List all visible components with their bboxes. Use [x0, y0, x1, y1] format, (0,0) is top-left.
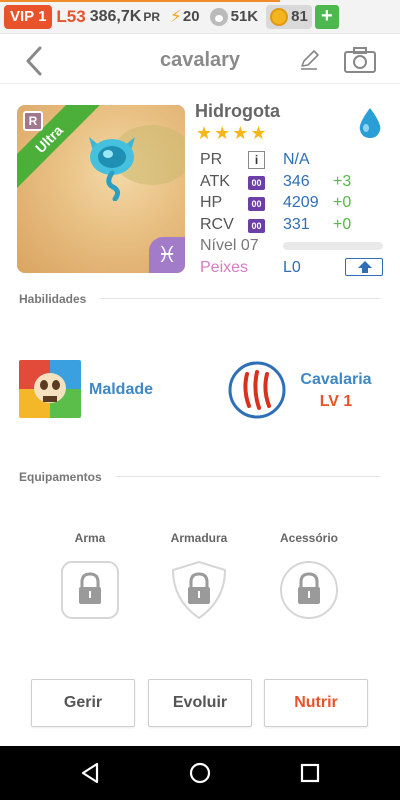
status-bar: VIP 1 L53 386,7K PR ⚡ 20 51K 81 + [0, 0, 400, 34]
vip-badge[interactable]: VIP 1 [4, 4, 53, 29]
stat-value: N/A [283, 151, 310, 168]
add-coins-button[interactable]: + [314, 4, 339, 29]
pencil-icon[interactable] [297, 48, 321, 72]
armor-slot-label: Armadura [170, 531, 228, 545]
stat-row-pr: PR i N/A [200, 151, 385, 173]
recents-square-icon[interactable] [297, 760, 323, 786]
energy-counter[interactable]: ⚡ 20 [170, 7, 200, 27]
back-triangle-icon[interactable] [77, 760, 103, 786]
stat-label: HP [200, 194, 223, 211]
level-label: Nível 07 [200, 237, 259, 254]
stat-bonus: +0 [333, 194, 352, 211]
system-nav-bar [0, 746, 400, 800]
stat-bonus: +0 [333, 216, 352, 233]
stat-value: 346 [283, 173, 310, 190]
stat-row-atk: ATK 00 346 +3 [200, 173, 385, 195]
evolve-button[interactable]: Evoluir [148, 679, 252, 727]
stat-icon: 00 [248, 176, 265, 190]
info-icon[interactable]: i [248, 151, 265, 169]
manage-button[interactable]: Gerir [31, 679, 135, 727]
active-skill-name[interactable]: Maldade [89, 381, 153, 399]
loading-indicator [0, 0, 280, 2]
upgrade-arrow-button[interactable] [345, 258, 383, 276]
feed-button[interactable]: Nutrir [264, 679, 368, 727]
monster-portrait[interactable]: Ultra R ♓ [17, 105, 185, 273]
weapon-slot-label: Arma [74, 531, 106, 545]
leader-skill-level: LV 1 [319, 393, 353, 410]
accessory-lock-icon[interactable] [279, 560, 339, 620]
camera-icon[interactable] [343, 46, 377, 74]
water-element-icon [359, 108, 381, 138]
stat-label: ATK [200, 173, 230, 190]
leader-skill-name[interactable]: Cavalaria [296, 371, 376, 389]
accessory-slot-label: Acessório [279, 531, 339, 545]
monster-name: Hidrogota [195, 101, 280, 121]
monster-sprite [89, 137, 135, 201]
coin-value: 81 [291, 8, 308, 25]
coin-counter[interactable]: 81 [266, 4, 312, 29]
fish-label: Peixes [200, 259, 249, 276]
energy-value: 20 [182, 8, 200, 25]
weapon-lock-icon[interactable] [60, 560, 120, 620]
fish-value: L0 [283, 259, 301, 276]
stat-value: 331 [283, 216, 310, 233]
equipment-section-title: Equipamentos [19, 470, 102, 484]
section-divider [100, 298, 381, 299]
stat-label: PR [200, 151, 223, 168]
stat-label: RCV [200, 216, 234, 233]
coin-icon [270, 7, 289, 26]
stat-row-rcv: RCV 00 331 +0 [200, 216, 385, 238]
pisces-icon: ♓ [149, 237, 185, 273]
power-rating-value: 386,7K [89, 7, 142, 25]
section-divider [116, 476, 381, 477]
paw-icon [209, 7, 228, 26]
skull-skill-icon[interactable] [19, 360, 81, 418]
food-value: 51K [230, 8, 259, 25]
lightning-icon: ⚡ [169, 6, 182, 26]
level-progress-bar [283, 242, 383, 250]
claw-mark-icon[interactable] [227, 360, 287, 420]
star-rating: ★★★★ [196, 123, 269, 143]
page-header: cavalary [0, 38, 400, 84]
player-level: L53 [56, 6, 86, 26]
skills-section-title: Habilidades [19, 292, 87, 306]
rarity-badge: R [23, 111, 43, 131]
page-title: cavalary [159, 49, 241, 71]
armor-lock-icon[interactable] [169, 560, 229, 620]
stat-bonus: +3 [333, 173, 352, 190]
home-circle-icon[interactable] [187, 760, 213, 786]
stat-icon: 00 [248, 197, 265, 211]
stat-icon: 00 [248, 219, 265, 233]
stat-row-hp: HP 00 4209 +0 [200, 194, 385, 216]
food-counter[interactable]: 51K [209, 7, 259, 26]
back-arrow-icon[interactable] [20, 44, 50, 78]
power-rating-unit: PR [143, 9, 160, 24]
stat-value: 4209 [283, 194, 319, 211]
